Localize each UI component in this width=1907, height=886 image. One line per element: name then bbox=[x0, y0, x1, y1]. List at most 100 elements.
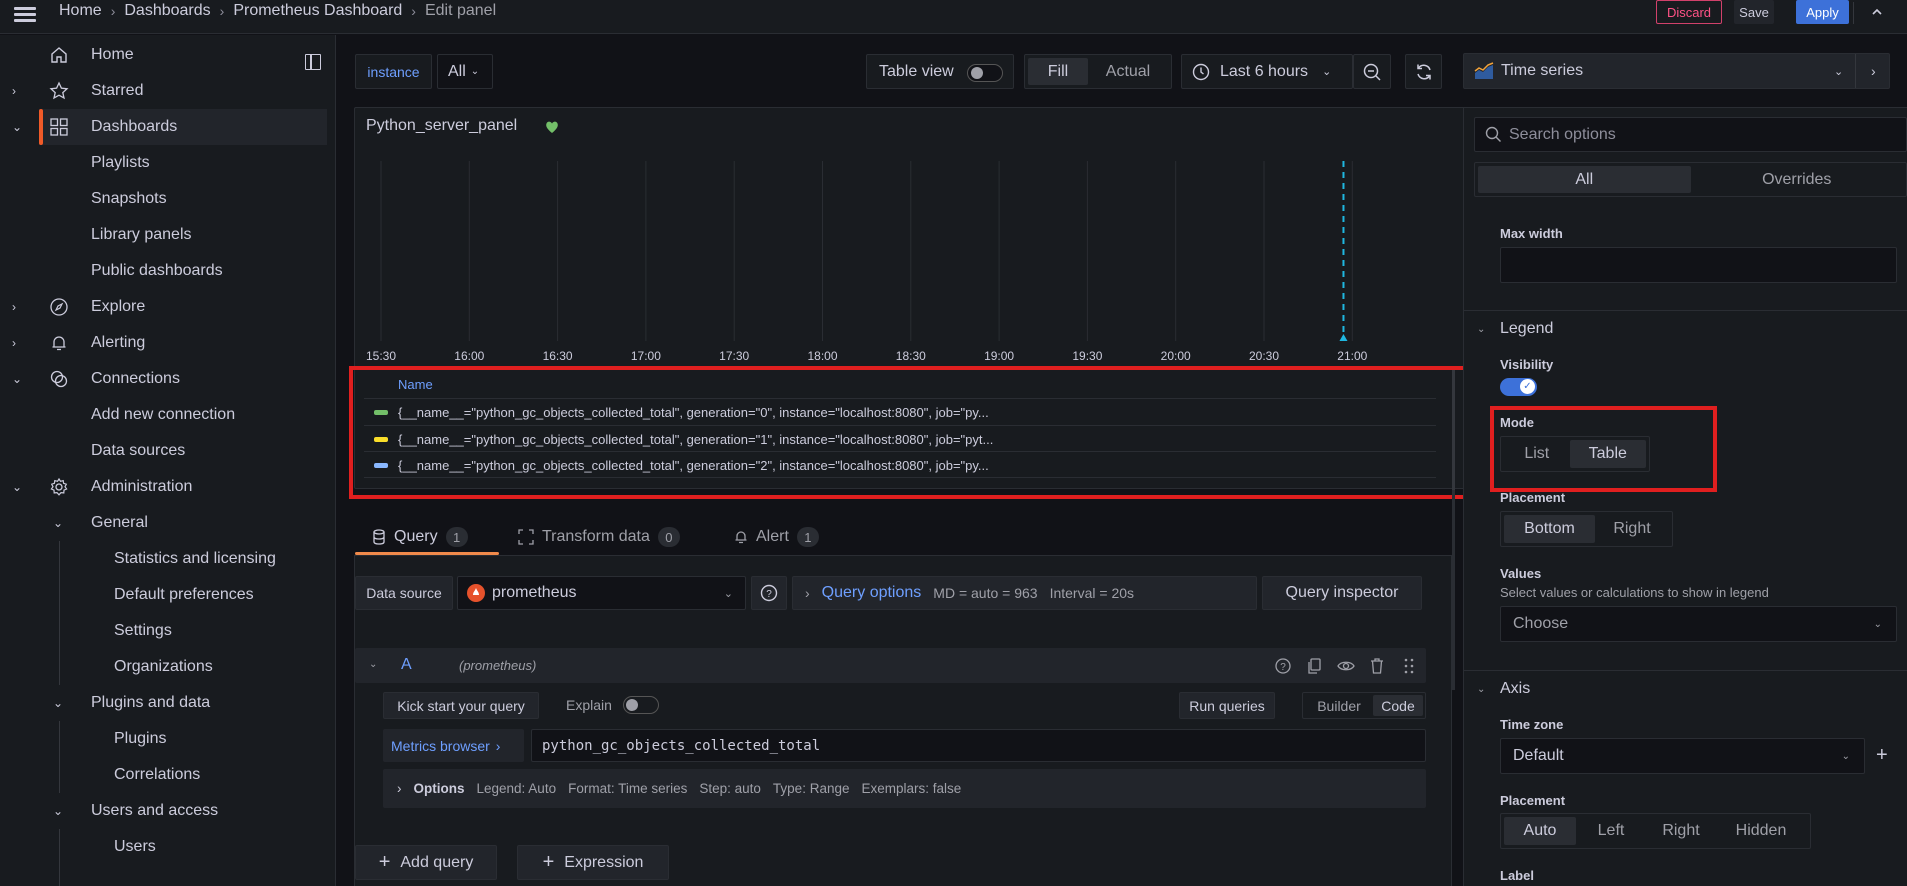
sidebar-item-plugins-and-data[interactable]: ⌄ Plugins and data bbox=[0, 685, 327, 721]
axis-placement-left[interactable]: Left bbox=[1576, 817, 1646, 845]
chevron-down-icon[interactable]: ⌄ bbox=[12, 372, 26, 386]
timezone-select[interactable]: Default ⌄ bbox=[1500, 738, 1865, 774]
add-query-button[interactable]: + Add query bbox=[355, 845, 497, 880]
mode-option-table[interactable]: Table bbox=[1569, 440, 1646, 468]
mode-option-list[interactable]: List bbox=[1504, 440, 1570, 468]
axis-placement-auto[interactable]: Auto bbox=[1504, 817, 1576, 845]
sidebar-item-organizations[interactable]: Organizations bbox=[0, 649, 327, 685]
sidebar-item-default-preferences[interactable]: Default preferences bbox=[0, 577, 327, 613]
axis-placement-hidden[interactable]: Hidden bbox=[1716, 817, 1806, 845]
sidebar-item-general[interactable]: ⌄ General bbox=[0, 505, 327, 541]
chevron-down-icon[interactable]: ⌄ bbox=[12, 480, 26, 494]
breadcrumb-home[interactable]: Home bbox=[59, 2, 102, 20]
chevron-right-icon[interactable]: › bbox=[1871, 63, 1876, 79]
drag-handle-icon[interactable] bbox=[1400, 657, 1418, 675]
menu-icon[interactable] bbox=[12, 4, 38, 28]
run-queries-button[interactable]: Run queries bbox=[1179, 692, 1275, 719]
duplicate-icon[interactable] bbox=[1306, 657, 1324, 675]
help-icon[interactable]: ? bbox=[1274, 657, 1292, 675]
chevron-down-icon[interactable]: ⌄ bbox=[12, 120, 26, 134]
refresh-button[interactable] bbox=[1405, 54, 1442, 89]
visualization-picker[interactable]: Time series ⌄ › bbox=[1463, 53, 1890, 89]
sidebar-item-playlists[interactable]: Playlists bbox=[0, 145, 327, 181]
metrics-browser-button[interactable]: Metrics browser › bbox=[383, 729, 524, 762]
chevron-up-icon[interactable] bbox=[1862, 0, 1892, 24]
breadcrumb-dashboards[interactable]: Dashboards bbox=[124, 2, 210, 20]
explain-toggle[interactable] bbox=[623, 696, 659, 714]
axis-section-title[interactable]: Axis bbox=[1500, 680, 1530, 698]
table-view-toggle[interactable] bbox=[967, 64, 1003, 82]
sidebar-item-plugins[interactable]: Plugins bbox=[0, 721, 327, 757]
series-color-swatch[interactable] bbox=[374, 462, 388, 468]
legend-header-name[interactable]: Name bbox=[398, 377, 433, 392]
series-color-swatch[interactable] bbox=[374, 409, 388, 415]
legend-row[interactable]: {__name__="python_gc_objects_collected_t… bbox=[364, 398, 1436, 425]
sidebar-item-home[interactable]: Home bbox=[0, 37, 327, 73]
annotation-marker[interactable] bbox=[1339, 334, 1348, 341]
pane-resize-handle[interactable] bbox=[1452, 490, 1455, 690]
apply-button[interactable]: Apply bbox=[1796, 0, 1849, 24]
variable-select[interactable]: All ⌄ bbox=[437, 54, 493, 89]
legend-row[interactable]: {__name__="python_gc_objects_collected_t… bbox=[364, 451, 1436, 478]
sidebar-item-users-and-access[interactable]: ⌄ Users and access bbox=[0, 793, 327, 829]
sidebar-item-users[interactable]: Users bbox=[0, 829, 327, 865]
chevron-right-icon[interactable]: › bbox=[12, 336, 26, 350]
chevron-down-icon[interactable]: ⌄ bbox=[53, 804, 67, 818]
kick-start-query-button[interactable]: Kick start your query bbox=[383, 692, 539, 719]
sidebar-item-statistics[interactable]: Statistics and licensing bbox=[0, 541, 327, 577]
sidebar-item-dashboards[interactable]: Dashboards bbox=[39, 109, 327, 145]
legend-section-title[interactable]: Legend bbox=[1500, 320, 1553, 338]
chevron-down-icon[interactable]: ⌄ bbox=[1477, 324, 1485, 335]
time-range-picker[interactable]: Last 6 hours ⌄ bbox=[1181, 54, 1353, 89]
chevron-right-icon[interactable]: › bbox=[12, 300, 26, 314]
query-options-row[interactable]: › Options Legend: Auto Format: Time seri… bbox=[383, 769, 1426, 808]
sidebar-item-settings[interactable]: Settings bbox=[0, 613, 327, 649]
datasource-select[interactable]: prometheus ⌄ bbox=[457, 576, 746, 610]
builder-mode-option[interactable]: Builder bbox=[1305, 695, 1373, 716]
sidebar-item-data-sources[interactable]: Data sources bbox=[0, 433, 327, 469]
actual-option[interactable]: Actual bbox=[1088, 58, 1168, 85]
tab-alert[interactable]: Alert 1 bbox=[734, 520, 819, 554]
chevron-down-icon[interactable]: ⌄ bbox=[53, 516, 67, 530]
zoom-out-button[interactable] bbox=[1353, 54, 1391, 89]
sidebar-item-public-dashboards[interactable]: Public dashboards bbox=[0, 253, 327, 289]
sidebar-item-connections[interactable]: ⌄ Connections bbox=[0, 361, 327, 397]
datasource-help-button[interactable]: ? bbox=[751, 576, 787, 610]
series-color-swatch[interactable] bbox=[374, 436, 388, 442]
legend-scrollbar[interactable] bbox=[1452, 368, 1455, 493]
sidebar-item-library-panels[interactable]: Library panels bbox=[0, 217, 327, 253]
chevron-down-icon[interactable]: ⌄ bbox=[369, 659, 377, 670]
eye-icon[interactable] bbox=[1337, 657, 1355, 675]
discard-button[interactable]: Discard bbox=[1656, 0, 1722, 24]
tab-all[interactable]: All bbox=[1478, 166, 1691, 193]
query-options[interactable]: › Query options MD = auto = 963 Interval… bbox=[792, 576, 1257, 610]
axis-placement-right[interactable]: Right bbox=[1646, 817, 1716, 845]
query-ref-id[interactable]: A bbox=[401, 656, 412, 674]
trash-icon[interactable] bbox=[1368, 657, 1386, 675]
tab-transform-data[interactable]: Transform data 0 bbox=[518, 520, 680, 554]
promql-query-input[interactable]: python_gc_objects_collected_total bbox=[531, 729, 1426, 762]
tab-query[interactable]: Query 1 bbox=[372, 520, 468, 554]
sidebar-item-alerting[interactable]: › Alerting bbox=[0, 325, 327, 361]
add-expression-button[interactable]: + Expression bbox=[517, 845, 669, 880]
max-width-input[interactable] bbox=[1500, 247, 1897, 283]
placement-option-right[interactable]: Right bbox=[1595, 515, 1669, 543]
code-mode-option[interactable]: Code bbox=[1373, 695, 1423, 716]
sidebar-item-add-new-connection[interactable]: Add new connection bbox=[0, 397, 327, 433]
chevron-right-icon[interactable]: › bbox=[12, 84, 26, 98]
sidebar-item-starred[interactable]: › Starred bbox=[0, 73, 327, 109]
chevron-down-icon[interactable]: ⌄ bbox=[1477, 684, 1485, 695]
search-options-input[interactable]: Search options bbox=[1474, 117, 1907, 152]
query-options-title[interactable]: Query options bbox=[822, 584, 922, 602]
placement-option-bottom[interactable]: Bottom bbox=[1504, 515, 1595, 543]
fill-option[interactable]: Fill bbox=[1028, 58, 1088, 85]
query-inspector-button[interactable]: Query inspector bbox=[1262, 576, 1422, 610]
tab-overrides[interactable]: Overrides bbox=[1691, 166, 1904, 193]
sidebar-item-administration[interactable]: ⌄ Administration bbox=[0, 469, 327, 505]
sidebar-item-correlations[interactable]: Correlations bbox=[0, 757, 327, 793]
legend-visibility-toggle[interactable] bbox=[1500, 378, 1537, 396]
add-timezone-icon[interactable]: + bbox=[1876, 744, 1888, 767]
legend-values-select[interactable]: Choose ⌄ bbox=[1500, 606, 1897, 642]
legend-row[interactable]: {__name__="python_gc_objects_collected_t… bbox=[364, 425, 1436, 452]
breadcrumb-dashboard[interactable]: Prometheus Dashboard bbox=[233, 2, 402, 20]
